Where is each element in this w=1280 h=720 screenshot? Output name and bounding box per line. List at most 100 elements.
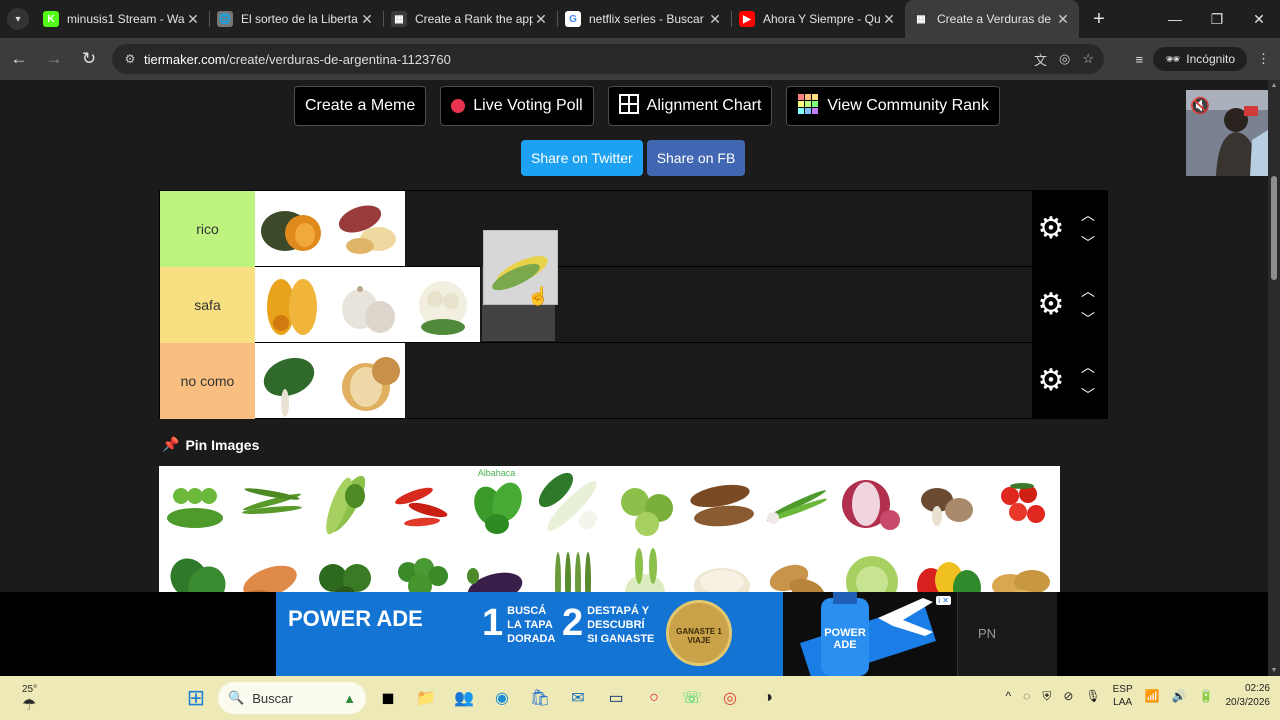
back-icon[interactable]: ← (3, 43, 35, 75)
tier-item-butternut-squash[interactable] (255, 267, 330, 342)
powerade-ad[interactable]: POWER ADE 1 BUSCÁ LA TAPA DORADA 2 DESTAPÁ… (276, 592, 783, 676)
scrollbar-thumb[interactable] (1271, 176, 1277, 280)
address-bar[interactable]: ⚙ tiermaker.com/create/verduras-de-argen… (112, 44, 1104, 74)
forward-icon[interactable]: → (38, 43, 70, 75)
incognito-badge[interactable]: 🕶 Incógnito (1153, 47, 1247, 71)
pool-item-red-chili[interactable] (384, 466, 459, 541)
pool-item-red-onion[interactable] (834, 466, 909, 541)
restore-icon[interactable]: ❐ (1196, 0, 1238, 38)
disney-plus-icon[interactable]: ▭ (600, 682, 632, 714)
pool-item-brussels-sprouts[interactable] (609, 466, 684, 541)
tab-search-button[interactable]: ▾ (7, 8, 29, 30)
speaker-muted-icon[interactable]: 🔇 (1190, 96, 1210, 116)
browser-tab[interactable]: Kminusis1 Stream - Wa ✕ (35, 0, 209, 38)
page-scrollbar[interactable]: ▲ ▼ (1268, 80, 1280, 676)
browser-tab[interactable]: ▦ Create a Rank the app ✕ (383, 0, 557, 38)
weather-widget[interactable]: 25° ☂ (22, 684, 37, 715)
close-window-icon[interactable]: ✕ (1238, 0, 1280, 38)
share-twitter-button[interactable]: Share on Twitter (521, 140, 643, 176)
reload-icon[interactable]: ↻ (73, 43, 105, 75)
browser-tab[interactable]: ▶ Ahora Y Siempre - Qu ✕ (731, 0, 905, 38)
volume-icon[interactable]: 🔊 (1172, 689, 1187, 703)
translate-icon[interactable]: 文 (1034, 50, 1047, 69)
chevron-down-icon[interactable]: ﹀ (1076, 309, 1100, 329)
url-text[interactable]: tiermaker.com/create/verduras-de-argenti… (144, 52, 451, 67)
language-indicator[interactable]: ESP LAA (1113, 683, 1133, 709)
pool-item-green-beans[interactable] (234, 466, 309, 541)
file-explorer-icon[interactable]: 📁 (410, 682, 442, 714)
minimize-icon[interactable]: — (1154, 0, 1196, 38)
taskbar-search[interactable]: 🔍 Buscar ▲ (218, 682, 366, 714)
tier-label[interactable]: no como (160, 343, 255, 419)
tier-item-chard[interactable] (255, 343, 330, 418)
ad-bottle-image[interactable]: POWER ADE i ✕ (783, 592, 957, 676)
chrome-icon[interactable]: ◎ (714, 682, 746, 714)
wifi-icon[interactable]: 📶 (1145, 689, 1160, 703)
gear-icon[interactable]: ⚙ (1036, 211, 1066, 247)
tray-record-icon[interactable]: ⊘ (1063, 689, 1073, 703)
show-hidden-icons[interactable]: ^ (1006, 689, 1012, 703)
tier-label[interactable]: safa (160, 267, 255, 343)
pool-item-cassava[interactable] (684, 466, 759, 541)
menu-icon[interactable]: ⋮ (1257, 51, 1270, 67)
ad-brand: POWER ADE (288, 606, 423, 631)
edge-icon[interactable]: ◉ (486, 682, 518, 714)
share-facebook-button[interactable]: Share on FB (646, 140, 746, 176)
chevron-down-icon[interactable]: ﹀ (1076, 233, 1100, 253)
close-tab-icon[interactable]: ✕ (881, 11, 897, 28)
gear-icon[interactable]: ⚙ (1036, 287, 1066, 323)
tray-security-icon[interactable]: ⛨ (1042, 689, 1051, 704)
pool-item-peas[interactable] (159, 466, 234, 541)
teams-icon[interactable]: 👥 (448, 682, 480, 714)
chevron-up-icon[interactable]: ︿ (1076, 205, 1100, 225)
live-voting-poll-button[interactable]: Live Voting Poll (440, 86, 594, 126)
pool-item-leek[interactable] (534, 466, 609, 541)
new-tab-button[interactable]: + (1085, 5, 1113, 33)
store-icon[interactable]: 🛍 (524, 682, 556, 714)
eye-off-icon[interactable]: ◎ (1059, 51, 1070, 67)
pin-images-toggle[interactable]: 📌 Pin Images (162, 436, 259, 453)
tier-item-sweet-potato[interactable] (330, 191, 405, 266)
chevron-up-icon[interactable]: ︿ (1076, 281, 1100, 301)
tier-item-cauliflower[interactable] (405, 267, 480, 342)
browser-tab[interactable]: 🌐 El sorteo de la Liberta ✕ (209, 0, 383, 38)
pool-item-mushrooms[interactable] (909, 466, 984, 541)
media-control-icon[interactable]: ≡ (1135, 52, 1143, 67)
close-tab-icon[interactable]: ✕ (707, 11, 723, 28)
close-tab-icon[interactable]: ✕ (185, 11, 201, 28)
view-community-rank-button[interactable]: View Community Rank (786, 86, 1000, 126)
opera-icon[interactable]: ○ (638, 682, 670, 714)
clock[interactable]: 02:26 20/3/2026 (1226, 682, 1271, 710)
whatsapp-icon[interactable]: ☏ (676, 682, 708, 714)
tray-app-icon[interactable]: ◌ (1023, 689, 1030, 703)
pool-item-basil[interactable]: Albahaca (459, 466, 534, 541)
pool-item-green-onion[interactable] (759, 466, 834, 541)
task-view-icon[interactable]: ◼ (372, 682, 404, 714)
close-tab-icon[interactable]: ✕ (1055, 11, 1071, 28)
microphone-icon[interactable]: 🎙 (1085, 689, 1100, 703)
ad-info-icon[interactable]: i ✕ (936, 596, 951, 605)
tier-item-pumpkin[interactable] (255, 191, 330, 266)
gear-icon[interactable]: ⚙ (1036, 363, 1066, 399)
chevron-up-icon[interactable]: ︿ (1076, 357, 1100, 377)
tier-item-onion[interactable] (330, 343, 405, 418)
create-meme-button[interactable]: Create a Meme (294, 86, 427, 126)
browser-tab[interactable]: Gnetflix series - Buscar ✕ (557, 0, 731, 38)
tier-label[interactable]: rico (160, 191, 255, 267)
outlook-icon[interactable]: ✉ (562, 682, 594, 714)
site-info-icon[interactable]: ⚙ (116, 52, 144, 66)
chevron-down-icon[interactable]: ﹀ (1076, 385, 1100, 405)
close-tab-icon[interactable]: ✕ (359, 11, 375, 28)
tier-item-garlic[interactable] (330, 267, 405, 342)
windows-start-icon[interactable]: ⊞ (180, 682, 212, 714)
obs-icon[interactable]: ◑ (752, 682, 784, 714)
battery-icon[interactable]: 🔋 (1199, 689, 1214, 703)
bookmark-star-icon[interactable]: ☆ (1082, 51, 1094, 67)
close-tab-icon[interactable]: ✕ (533, 11, 549, 28)
alignment-chart-button[interactable]: Alignment Chart (607, 86, 773, 126)
scroll-down-icon[interactable]: ▼ (1268, 667, 1280, 674)
scroll-up-icon[interactable]: ▲ (1268, 82, 1280, 89)
pool-item-cherry-tomatoes[interactable] (984, 466, 1059, 541)
pool-item-celery[interactable] (309, 466, 384, 541)
browser-tab[interactable]: ▦ Create a Verduras de ✕ (905, 0, 1079, 38)
